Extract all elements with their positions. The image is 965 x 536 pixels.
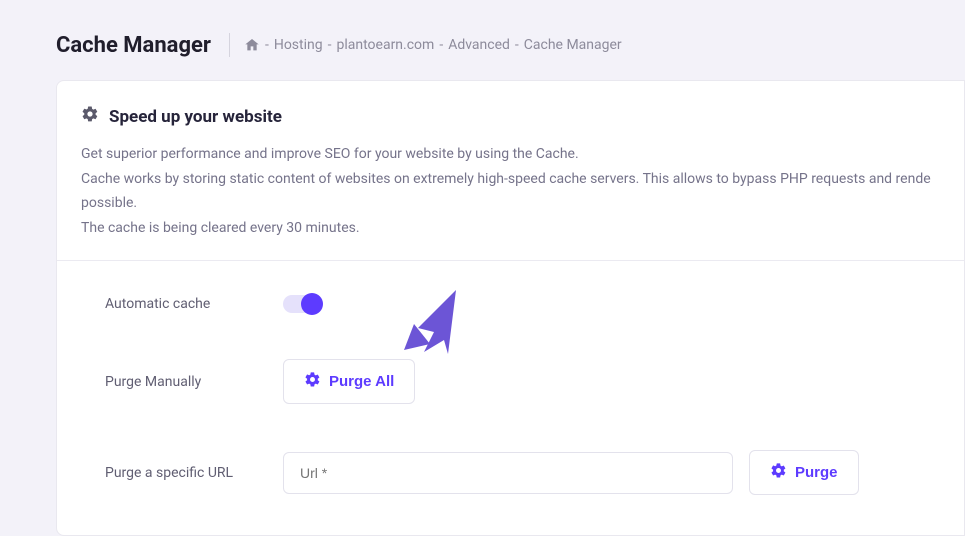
breadcrumb-sep: -	[439, 37, 443, 53]
gear-icon	[81, 105, 99, 128]
home-icon[interactable]	[244, 37, 260, 53]
purge-manually-label: Purge Manually	[105, 374, 283, 390]
toggle-knob	[301, 293, 323, 315]
purge-all-button-label: Purge All	[329, 373, 394, 390]
automatic-cache-toggle[interactable]	[283, 295, 321, 313]
purge-manually-row: Purge Manually Purge All	[81, 359, 940, 404]
desc-line: possible.	[81, 191, 940, 216]
section-description: Get superior performance and improve SEO…	[81, 142, 940, 240]
purge-all-button[interactable]: Purge All	[283, 359, 415, 404]
breadcrumb-sep: -	[265, 37, 269, 53]
purge-button-label: Purge	[795, 464, 838, 481]
section-title-row: Speed up your website	[81, 105, 940, 128]
section-title: Speed up your website	[109, 107, 282, 127]
purge-button[interactable]: Purge	[749, 450, 859, 495]
page-header: Cache Manager - Hosting - plantoearn.com…	[0, 0, 965, 62]
breadcrumb-sep: -	[328, 37, 332, 53]
breadcrumb-item-hosting[interactable]: Hosting	[274, 37, 323, 53]
page-title: Cache Manager	[56, 33, 229, 58]
gear-icon	[304, 371, 321, 392]
gear-icon	[770, 462, 787, 483]
purge-url-input[interactable]	[283, 452, 733, 494]
desc-line: Cache works by storing static content of…	[81, 167, 940, 192]
breadcrumb-item-advanced[interactable]: Advanced	[448, 37, 510, 53]
purge-url-row: Purge a specific URL Purge	[81, 450, 940, 495]
desc-line: The cache is being cleared every 30 minu…	[81, 216, 940, 241]
purge-url-label: Purge a specific URL	[105, 465, 283, 481]
desc-line: Get superior performance and improve SEO…	[81, 142, 940, 167]
breadcrumb-sep: -	[515, 37, 519, 53]
divider-vertical	[229, 33, 230, 57]
cache-card: Speed up your website Get superior perfo…	[56, 80, 965, 536]
divider-horizontal	[57, 260, 964, 261]
automatic-cache-label: Automatic cache	[105, 296, 283, 312]
breadcrumb-item-domain[interactable]: plantoearn.com	[336, 37, 434, 53]
breadcrumb: - Hosting - plantoearn.com - Advanced - …	[244, 37, 622, 53]
breadcrumb-item-current: Cache Manager	[524, 37, 622, 53]
automatic-cache-row: Automatic cache	[81, 295, 940, 313]
